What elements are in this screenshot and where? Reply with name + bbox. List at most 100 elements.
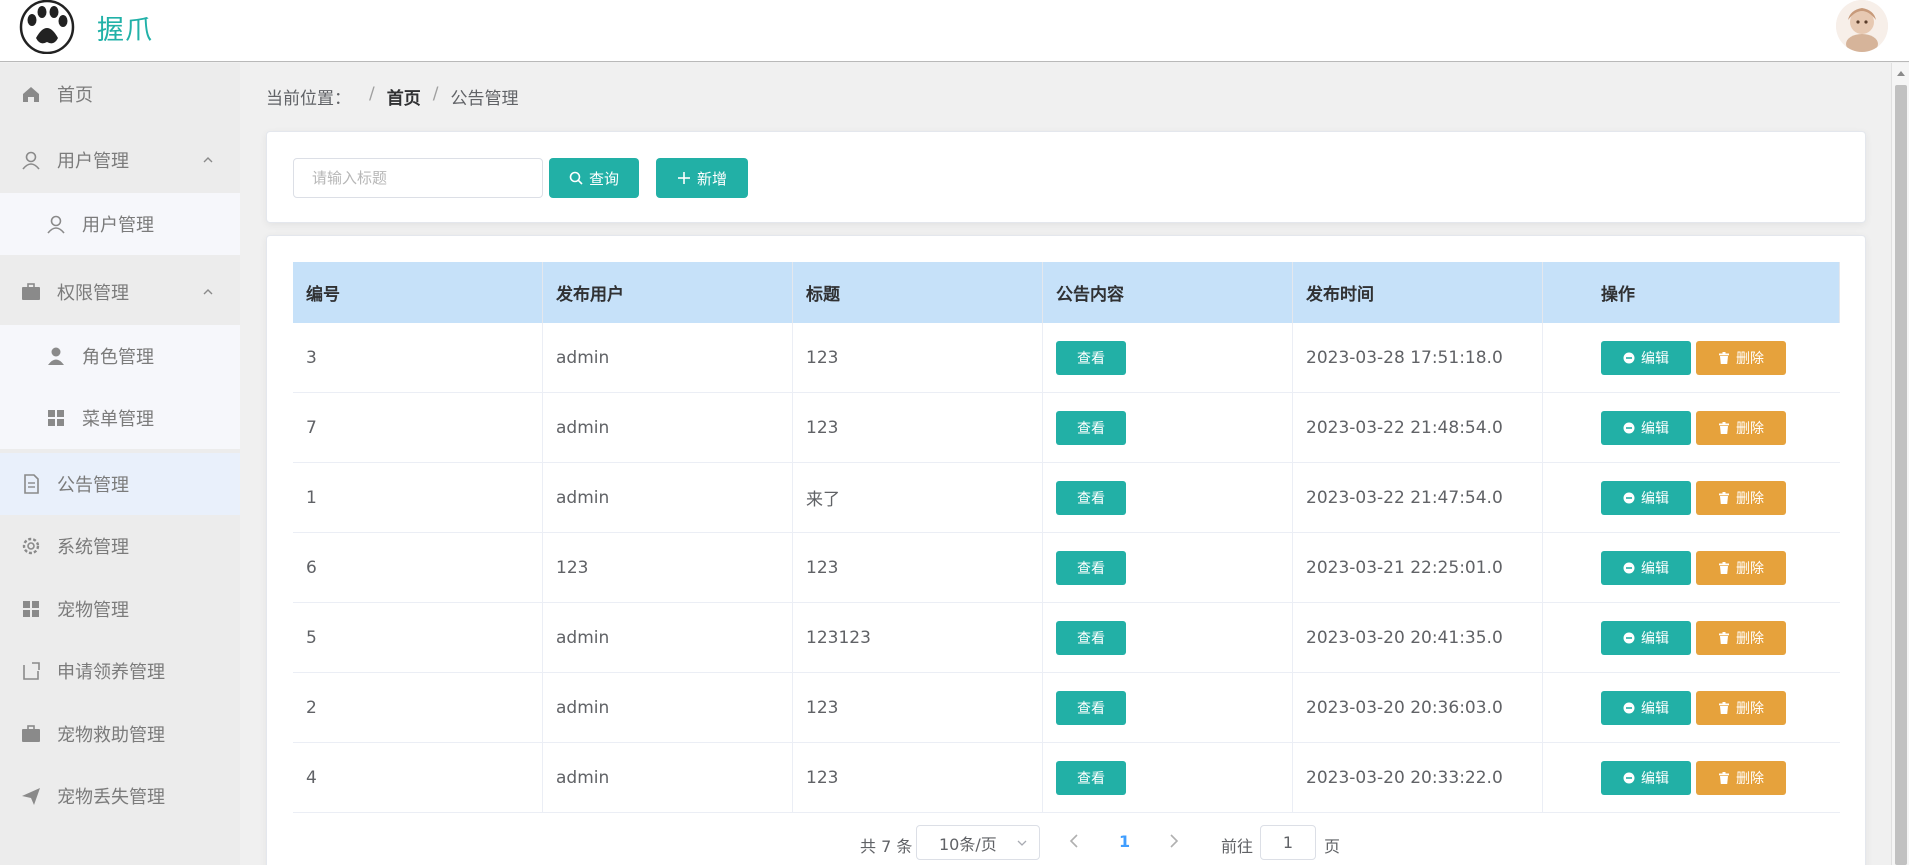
delete-button[interactable]: 删除 <box>1696 550 1786 585</box>
cell-time: 2023-03-21 22:25:01.0 <box>1293 533 1543 602</box>
cell-id: 2 <box>293 673 543 742</box>
delete-button[interactable]: 删除 <box>1696 620 1786 655</box>
cell-content: 查看 <box>1043 393 1293 462</box>
minus-circle-icon <box>1623 422 1635 433</box>
cell-time: 2023-03-20 20:36:03.0 <box>1293 673 1543 742</box>
cell-id: 6 <box>293 533 543 602</box>
scrollbar-thumb[interactable] <box>1895 85 1907 865</box>
edit-button-label: 编辑 <box>1641 490 1669 507</box>
table-row: 4 admin 123 查看 2023-03-20 20:33:22.0 编辑 … <box>293 743 1840 813</box>
chevron-right-icon[interactable] <box>1167 833 1181 849</box>
view-button[interactable]: 查看 <box>1056 550 1126 585</box>
add-button[interactable]: 新增 <box>656 158 748 198</box>
delete-button[interactable]: 删除 <box>1696 690 1786 725</box>
sidebar-item-adoption-management[interactable]: 申请领养管理 <box>0 640 240 702</box>
sidebar-item-label: 宠物丢失管理 <box>57 787 165 808</box>
trash-icon <box>1719 351 1729 364</box>
minus-circle-icon <box>1623 562 1635 573</box>
sidebar-item-permission-management[interactable]: 权限管理 <box>0 261 240 323</box>
table-row: 3 admin 123 查看 2023-03-28 17:51:18.0 编辑 … <box>293 323 1840 393</box>
sidebar-item-home[interactable]: 首页 <box>0 63 240 125</box>
sidebar-item-lost-pet-management[interactable]: 宠物丢失管理 <box>0 765 240 827</box>
delete-button[interactable]: 删除 <box>1696 410 1786 445</box>
sidebar-item-notice-management[interactable]: 公告管理 <box>0 453 240 515</box>
page-size-select[interactable]: 10条/页 <box>916 825 1040 860</box>
cell-id: 4 <box>293 743 543 812</box>
sidebar: 首页 用户管理 用户管理 权限管理 角色管理 菜单管理 公告管理 系统管理 宠物… <box>0 63 240 865</box>
goto-suffix: 页 <box>1324 837 1341 856</box>
sidebar-item-label: 系统管理 <box>57 537 129 558</box>
cell-actions: 编辑 删除 <box>1543 673 1840 742</box>
breadcrumb-home[interactable]: 首页 <box>387 84 421 109</box>
sidebar-item-label: 宠物救助管理 <box>57 725 165 746</box>
cell-title: 123 <box>793 743 1043 812</box>
cell-title: 123 <box>793 673 1043 742</box>
edit-button[interactable]: 编辑 <box>1601 410 1691 445</box>
cell-title: 123 <box>793 533 1043 602</box>
sidebar-subitem-menu-management[interactable]: 菜单管理 <box>0 387 240 449</box>
view-button[interactable]: 查看 <box>1056 340 1126 375</box>
title-search-input[interactable] <box>293 158 543 198</box>
delete-button[interactable]: 删除 <box>1696 760 1786 795</box>
trash-icon <box>1719 491 1729 504</box>
sidebar-item-pet-management[interactable]: 宠物管理 <box>0 578 240 640</box>
table-body: 3 admin 123 查看 2023-03-28 17:51:18.0 编辑 … <box>293 323 1840 813</box>
chevron-left-icon[interactable] <box>1067 833 1081 849</box>
cell-content: 查看 <box>1043 323 1293 392</box>
cell-id: 5 <box>293 603 543 672</box>
column-header-content: 公告内容 <box>1043 262 1293 323</box>
search-card: 查询 新增 <box>266 131 1866 223</box>
page-size-value: 10条/页 <box>939 834 997 854</box>
page-number-current[interactable]: 1 <box>1119 832 1130 851</box>
edit-button[interactable]: 编辑 <box>1601 480 1691 515</box>
person-icon <box>48 347 64 365</box>
trash-icon <box>1719 631 1729 644</box>
edit-button[interactable]: 编辑 <box>1601 340 1691 375</box>
minus-circle-icon <box>1623 352 1635 363</box>
minus-circle-icon <box>1623 772 1635 783</box>
sidebar-subitem-user-management[interactable]: 用户管理 <box>0 193 240 255</box>
delete-button[interactable]: 删除 <box>1696 340 1786 375</box>
cell-id: 1 <box>293 463 543 532</box>
edit-button-label: 编辑 <box>1641 630 1669 647</box>
vertical-scrollbar[interactable] <box>1891 63 1909 865</box>
cell-content: 查看 <box>1043 673 1293 742</box>
table-card: 编号 发布用户 标题 公告内容 发布时间 操作 3 admin 123 查看 2… <box>266 235 1866 865</box>
edit-button-label: 编辑 <box>1641 420 1669 437</box>
table-row: 5 admin 123123 查看 2023-03-20 20:41:35.0 … <box>293 603 1840 673</box>
view-button[interactable]: 查看 <box>1056 620 1126 655</box>
edit-button[interactable]: 编辑 <box>1601 760 1691 795</box>
edit-button[interactable]: 编辑 <box>1601 620 1691 655</box>
scroll-up-arrow-icon[interactable] <box>1896 69 1906 77</box>
cell-actions: 编辑 删除 <box>1543 743 1840 812</box>
delete-button-label: 删除 <box>1736 420 1764 437</box>
query-button[interactable]: 查询 <box>549 158 639 198</box>
delete-button[interactable]: 删除 <box>1696 480 1786 515</box>
cell-time: 2023-03-20 20:41:35.0 <box>1293 603 1543 672</box>
view-button[interactable]: 查看 <box>1056 410 1126 445</box>
sidebar-item-rescue-management[interactable]: 宠物救助管理 <box>0 703 240 765</box>
cell-actions: 编辑 删除 <box>1543 603 1840 672</box>
search-icon <box>569 171 583 185</box>
avatar-image-icon <box>1836 0 1888 52</box>
app-brand: 握爪 <box>97 15 153 46</box>
trash-icon <box>1719 701 1729 714</box>
cell-actions: 编辑 删除 <box>1543 463 1840 532</box>
view-button[interactable]: 查看 <box>1056 760 1126 795</box>
view-button[interactable]: 查看 <box>1056 690 1126 725</box>
sidebar-subitem-role-management[interactable]: 角色管理 <box>0 325 240 387</box>
goto-page-input[interactable] <box>1260 825 1316 860</box>
grid-icon <box>23 601 39 617</box>
cell-content: 查看 <box>1043 463 1293 532</box>
sidebar-item-user-management[interactable]: 用户管理 <box>0 129 240 191</box>
edit-button[interactable]: 编辑 <box>1601 690 1691 725</box>
column-header-actions: 操作 <box>1543 262 1840 323</box>
sidebar-item-system-management[interactable]: 系统管理 <box>0 515 240 577</box>
cell-actions: 编辑 删除 <box>1543 323 1840 392</box>
view-button[interactable]: 查看 <box>1056 480 1126 515</box>
chevron-up-icon <box>203 157 213 163</box>
edit-button[interactable]: 编辑 <box>1601 550 1691 585</box>
delete-button-label: 删除 <box>1736 350 1764 367</box>
user-avatar[interactable] <box>1836 0 1888 52</box>
sidebar-item-label: 公告管理 <box>57 475 129 496</box>
